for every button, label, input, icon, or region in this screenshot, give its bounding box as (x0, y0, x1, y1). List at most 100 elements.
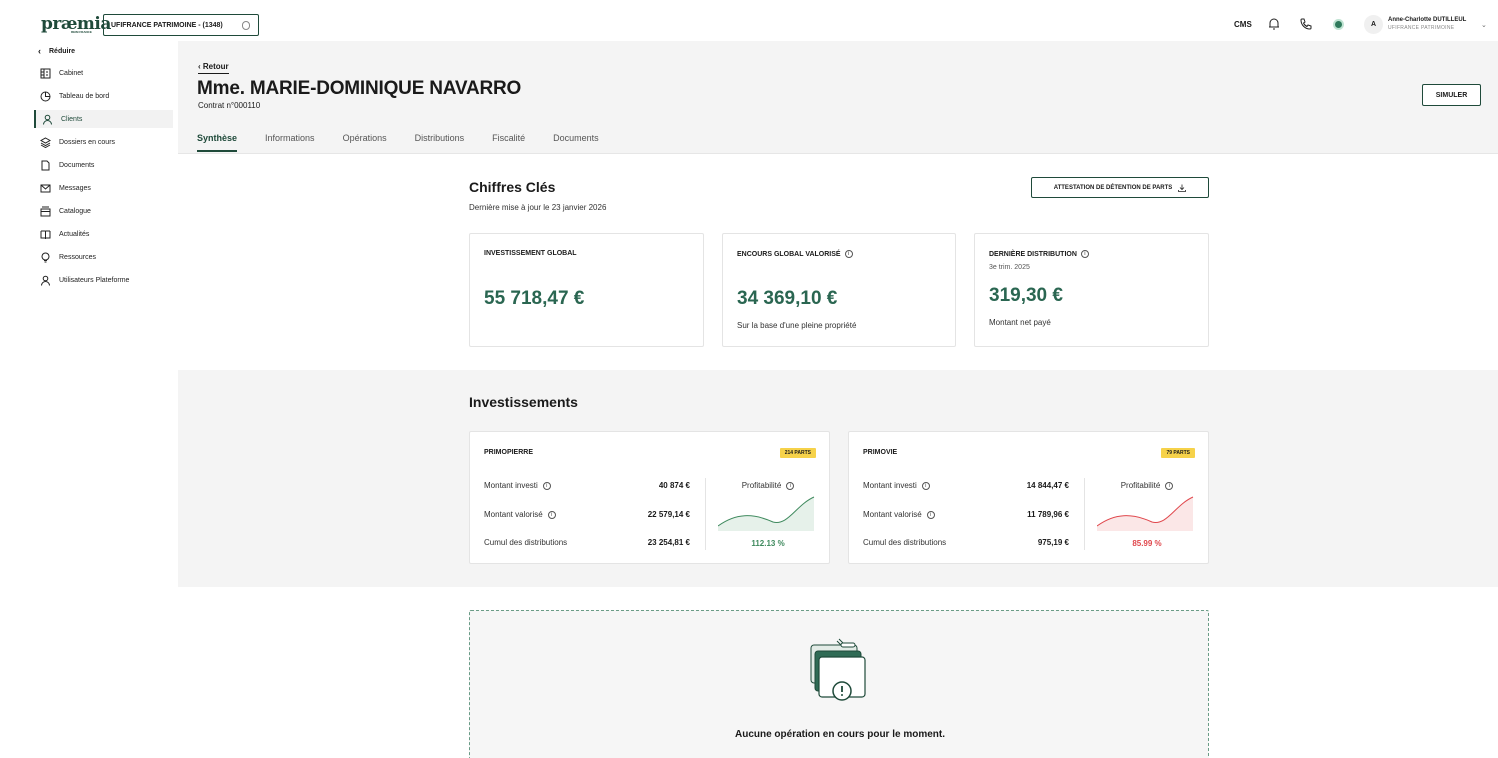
sidebar-item-label: Utilisateurs Plateforme (59, 276, 130, 284)
sidebar-item-label: Cabinet (59, 69, 84, 77)
sidebar-item-label: Ressources (59, 253, 96, 261)
info-icon[interactable]: i (1080, 250, 1089, 258)
simulate-button[interactable]: SIMULER (1422, 84, 1481, 106)
chevron-left-icon: ‹ (38, 46, 41, 56)
kpi-title-row: DERNIÈRE DISTRIBUTION i (989, 250, 1089, 258)
tab-operations[interactable]: Opérations (343, 133, 387, 152)
kpi-title: INVESTISSEMENT GLOBAL (484, 250, 577, 257)
tab-documents[interactable]: Documents (553, 133, 599, 152)
profitability-label: Profitabilité (1120, 481, 1161, 490)
chevron-down-icon[interactable]: ⌄ (1481, 21, 1487, 29)
invested-value: 14 844,47 € (1026, 481, 1069, 490)
collapse-sidebar-button[interactable]: ‹ Réduire (38, 46, 75, 56)
profitability-value: 112.13 % (751, 539, 785, 548)
client-header: ‹ Retour Mme. MARIE-DOMINIQUE NAVARRO Co… (178, 41, 1498, 154)
sidebar-item-label: Documents (59, 161, 95, 169)
fund-name: PRIMOPIERRE (484, 449, 534, 456)
investments-title: Investissements (469, 394, 578, 410)
fund-name: PRIMOVIE (863, 449, 898, 456)
tab-synthese[interactable]: Synthèse (197, 133, 238, 152)
sidebar-item-label: Actualités (59, 230, 90, 238)
document-icon (41, 160, 50, 170)
phone-icon[interactable] (1299, 17, 1313, 31)
logo-tag: REIM FRANCE (71, 30, 92, 34)
info-icon[interactable]: i (786, 481, 795, 490)
cms-link[interactable]: CMS (1234, 20, 1252, 29)
operations-empty-state: Aucune opération en cours pour le moment… (469, 610, 1209, 758)
dashboard-icon (40, 91, 51, 101)
avatar[interactable]: A (1364, 15, 1383, 34)
distributions-label: Cumul des distributions (863, 538, 947, 547)
sidebar-item-catalogue[interactable]: Catalogue (34, 202, 173, 220)
status-indicator-icon (1333, 19, 1344, 30)
back-link[interactable]: ‹ Retour (198, 62, 229, 74)
profitability-trend-chart (1097, 496, 1194, 531)
last-update-text: Dernière mise à jour le 23 janvier 2026 (469, 203, 607, 212)
bell-icon[interactable] (1267, 17, 1281, 31)
fund-card-primovie[interactable]: PRIMOVIE 79 PARTS Montant investi i 14 84… (848, 431, 1209, 564)
sidebar-item-ressources[interactable]: Ressources (34, 248, 173, 266)
distributions-label: Cumul des distributions (484, 538, 568, 547)
lightbulb-icon (41, 252, 50, 262)
profitability-value: 85.99 % (1132, 539, 1162, 548)
kpi-title: DERNIÈRE DISTRIBUTION (989, 250, 1077, 258)
sidebar-item-dossiers-en-cours[interactable]: Dossiers en cours (34, 133, 173, 151)
sidebar-item-utilisateurs-plateforme[interactable]: Utilisateurs Plateforme (34, 271, 173, 289)
user-name[interactable]: Anne-Charlotte DUTILLEUL (1388, 17, 1466, 23)
profitability-label: Profitabilité (741, 481, 782, 490)
sidebar-item-label: Dossiers en cours (59, 138, 116, 146)
contract-number: Contrat n°000110 (198, 101, 261, 110)
sidebar-item-tableau-de-bord[interactable]: Tableau de bord (34, 87, 173, 105)
kpi-card-valued-outstanding: ENCOURS GLOBAL VALORISÉ i 34 369,10 € Sur… (722, 233, 956, 347)
valued-label: Montant valorisé (863, 510, 922, 519)
invested-value: 40 874 € (658, 481, 690, 490)
catalogue-icon (40, 206, 51, 216)
profitability-trend-chart (718, 496, 815, 531)
info-icon[interactable]: i (844, 250, 853, 258)
kpi-note: Montant net payé (989, 318, 1051, 327)
top-bar: præmia REIM FRANCE UFIFRANCE PATRIMOINE -… (0, 0, 1498, 41)
distributions-value: 23 254,81 € (647, 538, 690, 547)
kpi-card-global-investment: INVESTISSEMENT GLOBAL 55 718,47 € (469, 233, 704, 347)
sidebar-item-messages[interactable]: Messages (34, 179, 173, 197)
attestation-download-button[interactable]: ATTESTATION DE DÉTENTION DE PARTS (1031, 177, 1209, 198)
sidebar-item-clients[interactable]: Clients (34, 110, 173, 128)
trend-area (718, 497, 814, 531)
collapse-label: Réduire (49, 47, 76, 55)
tab-fiscalite[interactable]: Fiscalité (492, 133, 525, 152)
kpi-value: 319,30 € (989, 285, 1063, 306)
tab-distributions[interactable]: Distributions (415, 133, 465, 152)
sidebar-item-cabinet[interactable]: Cabinet (34, 64, 173, 82)
kpi-note: Sur la base d'une pleine propriété (737, 321, 857, 330)
page-title: Mme. MARIE-DOMINIQUE NAVARRO (197, 78, 522, 99)
sidebar-item-actualites[interactable]: Actualités (34, 225, 173, 243)
mail-icon (40, 184, 51, 192)
sidebar-item-label: Clients (61, 115, 83, 123)
trend-area (1097, 497, 1193, 531)
key-figures-title: Chiffres Clés (469, 179, 556, 195)
invested-label-row: Montant investi i (484, 481, 551, 490)
empty-folder-alert-icon (810, 638, 866, 701)
back-label: Retour (202, 62, 229, 71)
download-icon (1178, 184, 1187, 192)
profitability-label-row: Profitabilité i (706, 481, 830, 490)
book-icon (40, 230, 51, 239)
empty-state-title: Aucune opération en cours pour le moment… (734, 729, 946, 740)
fund-card-primopierre[interactable]: PRIMOPIERRE 214 PARTS Montant investi i 4… (469, 431, 830, 564)
valued-value: 11 789,96 € (1027, 510, 1069, 519)
select-arrows-icon (242, 21, 250, 30)
info-icon[interactable]: i (921, 481, 930, 490)
sidebar-item-documents[interactable]: Documents (34, 156, 173, 174)
kpi-subtitle: 3e trim. 2025 (989, 264, 1030, 271)
tab-informations[interactable]: Informations (265, 133, 315, 152)
user-icon (41, 275, 50, 286)
info-icon[interactable]: i (542, 481, 551, 490)
info-icon[interactable]: i (926, 510, 935, 519)
profitability-label-row: Profitabilité i (1085, 481, 1209, 490)
info-icon[interactable]: i (547, 510, 556, 519)
valued-label-row: Montant valorisé i (484, 510, 556, 519)
info-icon[interactable]: i (1165, 481, 1174, 490)
tab-bar: Synthèse Informations Opérations Distrib… (197, 133, 627, 152)
organization-select[interactable]: UFIFRANCE PATRIMOINE - (1348) (103, 14, 259, 36)
logo[interactable]: præmia REIM FRANCE (41, 14, 111, 34)
